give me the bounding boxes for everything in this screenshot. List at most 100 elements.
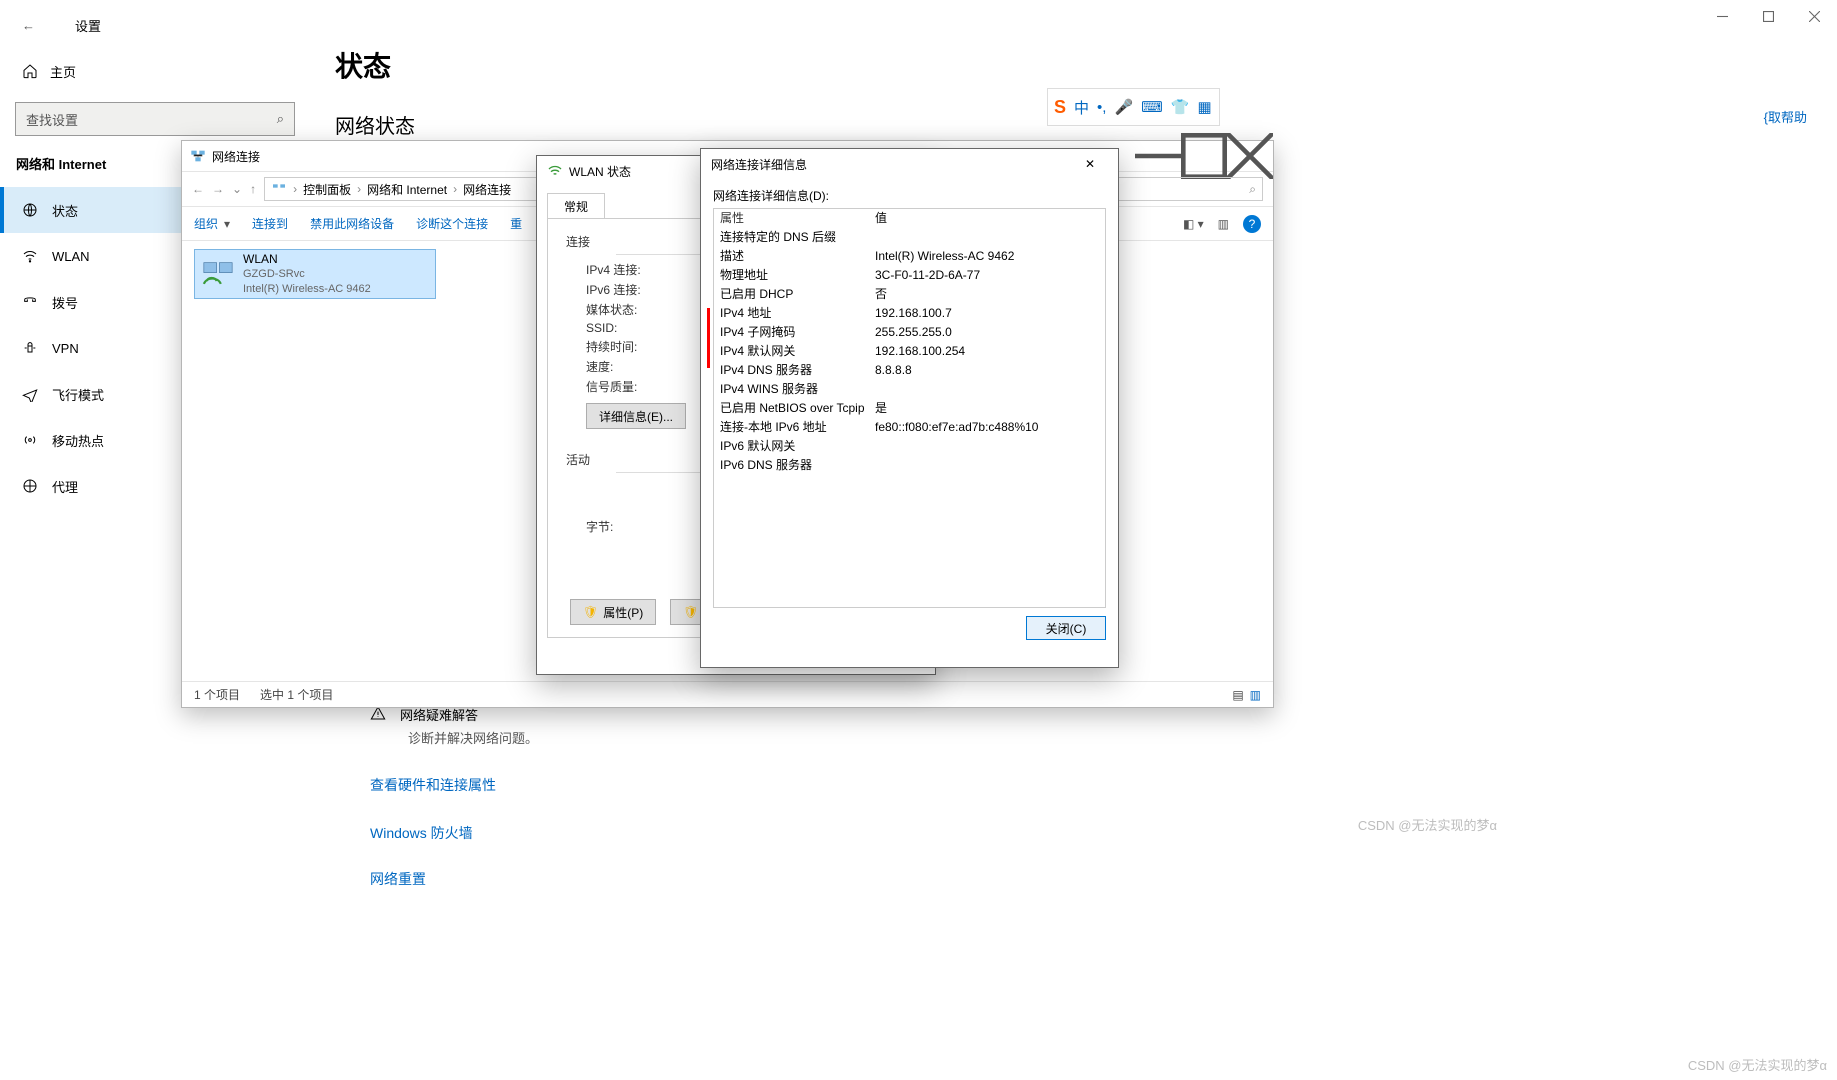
details-row[interactable]: IPv4 子网掩码255.255.255.0 bbox=[714, 323, 1105, 342]
up-icon[interactable]: ↑ bbox=[250, 182, 256, 196]
explorer-title: 网络连接 bbox=[212, 148, 260, 165]
settings-title: 设置 bbox=[75, 16, 101, 35]
lbl-signal: 信号质量: bbox=[586, 378, 666, 395]
details-value: 3C-F0-11-2D-6A-77 bbox=[875, 267, 1099, 284]
details-value: 是 bbox=[875, 400, 1099, 417]
details-row[interactable]: IPv4 地址192.168.100.7 bbox=[714, 304, 1105, 323]
link-reset[interactable]: 网络重置 bbox=[370, 869, 538, 889]
close-button[interactable] bbox=[1227, 141, 1273, 171]
ime-grid-icon[interactable]: ▦ bbox=[1197, 98, 1211, 116]
cmd-connect[interactable]: 连接到 bbox=[252, 215, 288, 232]
lbl-duration: 持续时间: bbox=[586, 338, 666, 355]
details-row[interactable]: 连接特定的 DNS 后缀 bbox=[714, 228, 1105, 247]
dial-icon bbox=[22, 294, 38, 310]
tab-general[interactable]: 常规 bbox=[547, 193, 605, 219]
home-link[interactable]: 主页 bbox=[0, 50, 310, 92]
close-details-button[interactable]: 关闭(C) bbox=[1026, 616, 1106, 640]
wifi-icon bbox=[547, 163, 563, 179]
ime-lang[interactable]: 中 bbox=[1074, 97, 1089, 118]
troubleshooter: 网络疑难解答 诊断并解决网络问题。 查看硬件和连接属性 Windows 防火墙 … bbox=[370, 705, 538, 889]
details-row[interactable]: IPv4 WINS 服务器 bbox=[714, 380, 1105, 399]
sidebar-label: VPN bbox=[52, 341, 79, 356]
sidebar-label: 拨号 bbox=[52, 293, 78, 312]
globe-icon bbox=[22, 202, 38, 218]
ime-keyboard-icon[interactable]: ⌨ bbox=[1141, 98, 1163, 116]
get-help-link[interactable]: {取帮助 bbox=[1764, 107, 1807, 126]
item-network: GZGD-SRvc bbox=[243, 267, 371, 282]
details-row[interactable]: IPv6 默认网关 bbox=[714, 437, 1105, 456]
details-value: 192.168.100.254 bbox=[875, 343, 1099, 360]
annotation-mark bbox=[707, 308, 710, 368]
path-0[interactable]: 控制面板 bbox=[303, 181, 351, 198]
close-button[interactable]: ✕ bbox=[1072, 157, 1108, 171]
forward-icon[interactable]: → bbox=[212, 182, 224, 196]
minimize-button[interactable] bbox=[1699, 0, 1745, 32]
status-count: 1 个项目 bbox=[194, 686, 240, 703]
home-icon bbox=[22, 63, 38, 79]
details-property: 已启用 DHCP bbox=[720, 286, 875, 303]
details-row[interactable]: 连接-本地 IPv6 地址fe80::f080:ef7e:ad7b:c488%1… bbox=[714, 418, 1105, 437]
search-input[interactable]: 查找设置 ⌕ bbox=[15, 102, 295, 136]
ime-toolbar[interactable]: S 中 •, 🎤 ⌨ 👕 ▦ bbox=[1047, 88, 1220, 126]
cmd-disable[interactable]: 禁用此网络设备 bbox=[310, 215, 394, 232]
lbl-ipv4-conn: IPv4 连接: bbox=[586, 261, 666, 278]
view-details-icon[interactable]: ▤ bbox=[1232, 688, 1243, 702]
minimize-button[interactable] bbox=[1135, 141, 1181, 171]
close-button[interactable] bbox=[1791, 0, 1837, 32]
sidebar-label: 飞行模式 bbox=[52, 385, 104, 404]
link-hardware[interactable]: 查看硬件和连接属性 bbox=[370, 775, 538, 795]
details-row[interactable]: 物理地址3C-F0-11-2D-6A-77 bbox=[714, 266, 1105, 285]
details-property: 描述 bbox=[720, 248, 875, 265]
details-row[interactable]: 已启用 NetBIOS over Tcpip是 bbox=[714, 399, 1105, 418]
cmd-more[interactable]: 重 bbox=[510, 215, 522, 232]
view-icon[interactable]: ◧ ▾ bbox=[1183, 217, 1204, 231]
cmd-organize[interactable]: 组织 bbox=[194, 215, 218, 232]
shield-icon: 🛡 bbox=[583, 605, 598, 619]
details-value: 192.168.100.7 bbox=[875, 305, 1099, 322]
connection-item-wlan[interactable]: WLAN GZGD-SRvc Intel(R) Wireless-AC 9462 bbox=[194, 249, 436, 299]
details-row[interactable]: IPv4 默认网关192.168.100.254 bbox=[714, 342, 1105, 361]
details-value: Intel(R) Wireless-AC 9462 bbox=[875, 248, 1099, 265]
maximize-button[interactable] bbox=[1745, 0, 1791, 32]
network-icon bbox=[271, 181, 287, 197]
trouble-sub: 诊断并解决网络问题。 bbox=[408, 728, 538, 747]
sidebar-label: 代理 bbox=[52, 477, 78, 496]
btn-prop-label: 属性(P) bbox=[603, 604, 643, 621]
details-row[interactable]: IPv6 DNS 服务器 bbox=[714, 456, 1105, 475]
back-icon[interactable]: ← bbox=[22, 18, 35, 33]
path-2[interactable]: 网络连接 bbox=[463, 181, 511, 198]
view-large-icon[interactable]: ▥ bbox=[1250, 688, 1261, 702]
details-value: 否 bbox=[875, 286, 1099, 303]
details-property: 物理地址 bbox=[720, 267, 875, 284]
settings-header: ← 设置 bbox=[0, 0, 1837, 50]
maximize-button[interactable] bbox=[1181, 141, 1227, 171]
details-list[interactable]: 属性 值 连接特定的 DNS 后缀描述Intel(R) Wireless-AC … bbox=[713, 208, 1106, 608]
lbl-bytes: 字节: bbox=[586, 518, 666, 535]
details-value bbox=[875, 381, 1099, 398]
item-adapter: Intel(R) Wireless-AC 9462 bbox=[243, 282, 371, 297]
details-property: IPv4 子网掩码 bbox=[720, 324, 875, 341]
lbl-media: 媒体状态: bbox=[586, 301, 666, 318]
ime-mic-icon[interactable]: 🎤 bbox=[1114, 98, 1133, 116]
help-icon[interactable]: ? bbox=[1243, 215, 1261, 233]
history-chevron-icon[interactable]: ⌄ bbox=[232, 182, 242, 196]
back-icon[interactable]: ← bbox=[192, 182, 204, 196]
dialog-titlebar[interactable]: 网络连接详细信息 ✕ bbox=[701, 149, 1118, 179]
watermark: CSDN @无法实现的梦α bbox=[1688, 1055, 1827, 1074]
lbl-speed: 速度: bbox=[586, 358, 666, 375]
details-row[interactable]: IPv4 DNS 服务器8.8.8.8 bbox=[714, 361, 1105, 380]
properties-button[interactable]: 🛡 属性(P) bbox=[570, 599, 656, 625]
cmd-diagnose[interactable]: 诊断这个连接 bbox=[416, 215, 488, 232]
ime-shirt-icon[interactable]: 👕 bbox=[1171, 98, 1190, 116]
ime-dot-icon[interactable]: •, bbox=[1097, 99, 1106, 116]
airplane-icon bbox=[22, 386, 38, 402]
details-value bbox=[875, 457, 1099, 474]
details-row[interactable]: 描述Intel(R) Wireless-AC 9462 bbox=[714, 247, 1105, 266]
details-button[interactable]: 详细信息(E)... bbox=[586, 403, 686, 429]
proxy-icon bbox=[22, 478, 38, 494]
details-row[interactable]: 已启用 DHCP否 bbox=[714, 285, 1105, 304]
wifi-icon bbox=[22, 248, 38, 264]
path-1[interactable]: 网络和 Internet bbox=[367, 181, 447, 198]
link-firewall[interactable]: Windows 防火墙 bbox=[370, 823, 538, 843]
preview-pane-icon[interactable]: ▥ bbox=[1218, 217, 1229, 231]
